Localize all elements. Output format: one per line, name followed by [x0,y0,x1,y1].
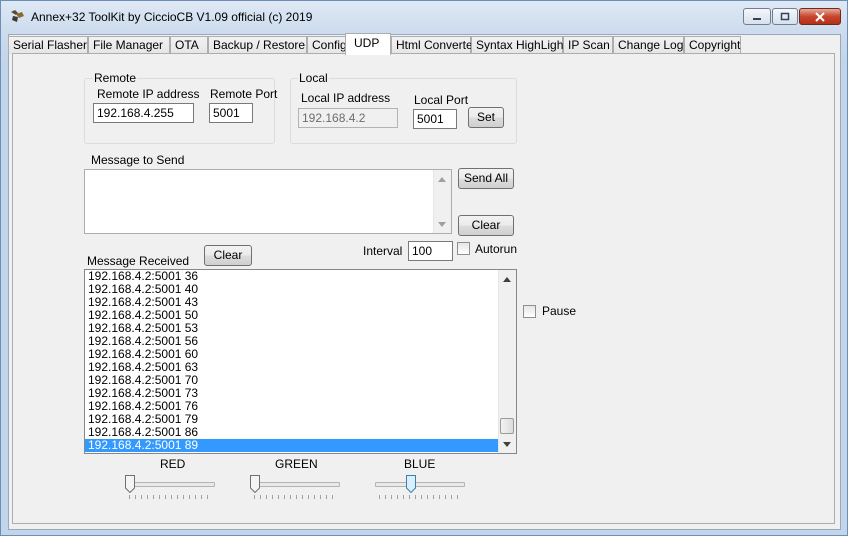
tab-syntax-highlight[interactable]: Syntax HighLight [471,36,567,54]
blue-slider[interactable] [375,475,465,501]
message-to-send-input[interactable] [84,169,452,234]
tab-label: Config [312,38,347,52]
slider-ticks [129,495,209,499]
slider-ticks [379,495,459,499]
title-bar[interactable]: Annex+32 ToolKit by CiccioCB V1.09 offic… [1,1,847,33]
chevron-up-icon [503,276,511,282]
local-port-label: Local Port [414,93,469,107]
local-group-label: Local [298,71,329,85]
red-slider-label: RED [160,457,186,471]
green-slider-label: GREEN [275,457,318,471]
local-port-input[interactable] [413,109,457,129]
slider-track [375,482,465,487]
tab-label: Backup / Restore [213,38,306,52]
slider-track [125,482,215,487]
remote-port-label: Remote Port [210,87,278,101]
tab-label: OTA [175,38,199,52]
tab-label: Change Log [618,38,684,52]
remote-ip-input[interactable] [93,103,194,123]
tab-serial-flasher[interactable]: Serial Flasher [8,36,88,54]
list-item[interactable]: 192.168.4.2:5001 89 [85,439,499,452]
clear-received-button[interactable]: Clear [204,245,252,266]
tab-label: Copyright [689,38,741,52]
clear-send-button[interactable]: Clear [458,215,514,236]
tab-label: UDP [354,36,380,50]
tab-label: IP Scan [568,38,610,52]
minimize-icon [753,17,761,20]
scroll-up-button[interactable] [434,171,450,187]
scroll-up-button[interactable] [499,271,515,287]
tab-copyright[interactable]: Copyright [684,36,741,54]
send-all-button[interactable]: Send All [458,168,514,189]
interval-input[interactable] [408,241,453,261]
message-received-label: Message Received [87,254,190,268]
slider-thumb[interactable] [125,475,135,493]
tab-label: Html Converter [396,38,477,52]
interval-label: Interval [363,244,403,258]
minimize-button[interactable] [743,8,771,25]
autorun-label: Autorun [475,242,518,256]
tab-label: Serial Flasher [13,38,88,52]
maximize-button[interactable] [772,8,798,25]
message-to-send-label: Message to Send [91,153,185,167]
tab-label: Syntax HighLight [476,38,567,52]
green-slider[interactable] [250,475,340,501]
message-scrollbar[interactable] [433,170,451,233]
tab-change-log[interactable]: Change Log [613,36,684,54]
local-ip-input [298,108,398,128]
scroll-down-button[interactable] [434,216,450,232]
chevron-down-icon [503,441,511,447]
blue-slider-label: BLUE [404,457,436,471]
tab-config[interactable]: Config [307,36,349,54]
local-ip-label: Local IP address [301,91,391,105]
red-slider[interactable] [125,475,215,501]
app-icon [11,10,24,22]
set-button[interactable]: Set [468,107,504,128]
scroll-down-button[interactable] [499,436,515,452]
slider-thumb[interactable] [250,475,260,493]
slider-thumb[interactable] [406,475,416,493]
scroll-thumb[interactable] [500,418,514,434]
message-rows: 192.168.4.2:5001 36 192.168.4.2:5001 40 19… [85,270,499,452]
maximize-icon [780,12,790,21]
remote-port-input[interactable] [209,103,253,123]
tab-label: File Manager [93,38,164,52]
window-title: Annex+32 ToolKit by CiccioCB V1.09 offic… [31,10,313,24]
chevron-up-icon [438,176,446,182]
tab-ip-scan[interactable]: IP Scan [563,36,613,54]
tab-udp[interactable]: UDP [345,33,391,55]
pause-checkbox[interactable] [523,305,536,318]
received-scrollbar[interactable] [498,270,516,453]
tab-backup-restore[interactable]: Backup / Restore [208,36,307,54]
remote-group-label: Remote [93,71,138,85]
pause-label: Pause [542,304,577,318]
tab-ota[interactable]: OTA [170,36,208,54]
tab-file-manager[interactable]: File Manager [88,36,170,54]
remote-ip-label: Remote IP address [97,87,200,101]
autorun-checkbox[interactable] [457,242,470,255]
message-received-list[interactable]: 192.168.4.2:5001 36 192.168.4.2:5001 40 19… [84,269,517,454]
tab-html-converter[interactable]: Html Converter [391,36,477,54]
chevron-down-icon [438,221,446,227]
close-button[interactable] [799,8,841,25]
close-icon [815,11,825,22]
slider-track [250,482,340,487]
slider-ticks [254,495,334,499]
